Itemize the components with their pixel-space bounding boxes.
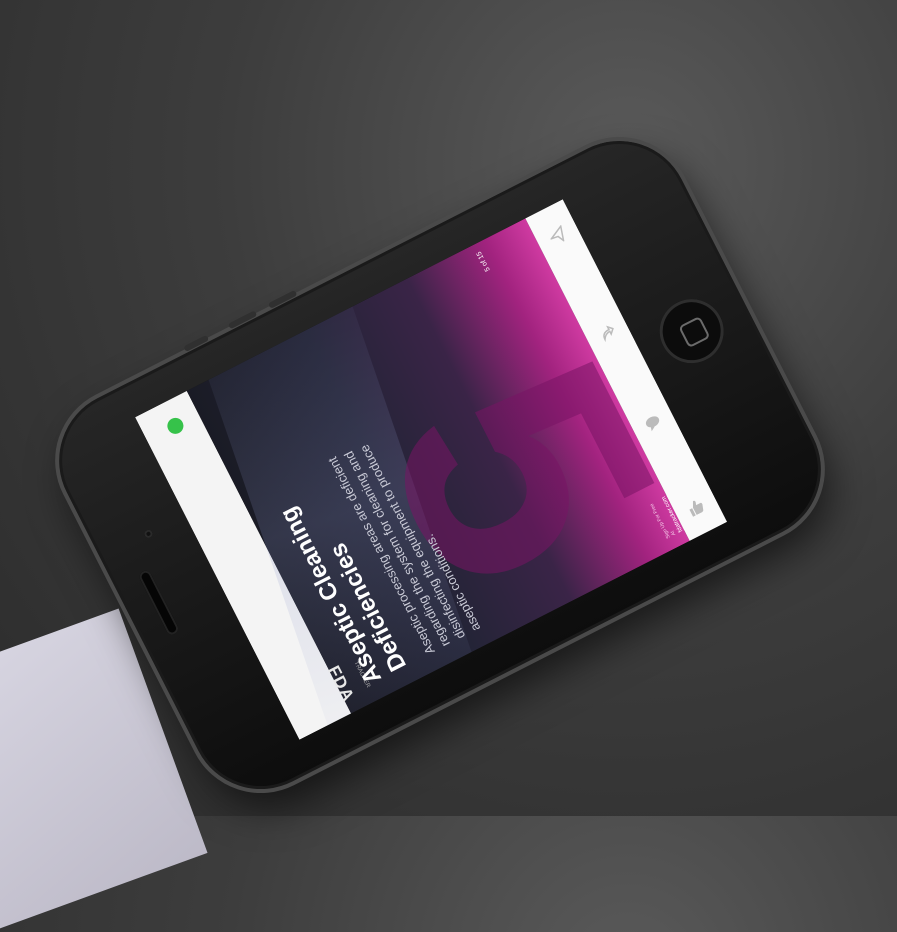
front-camera (143, 528, 154, 540)
home-button[interactable] (648, 288, 735, 375)
like-icon[interactable] (683, 494, 710, 521)
mute-switch (183, 334, 210, 352)
status-indicator-dot (164, 415, 187, 437)
share-icon[interactable] (594, 320, 621, 347)
smartphone: 5 FDA TRACKER Aseptic Cleaning Deficienc… (29, 111, 851, 819)
page-indicator: 5 of 15 (475, 250, 492, 273)
phone-screen: 5 FDA TRACKER Aseptic Cleaning Deficienc… (135, 199, 728, 740)
home-square-icon (678, 315, 711, 349)
earpiece-speaker (137, 568, 181, 637)
comment-icon[interactable] (640, 409, 667, 436)
volume-up-button (227, 310, 258, 330)
volume-down-button (267, 289, 298, 309)
send-icon[interactable] (544, 222, 571, 249)
